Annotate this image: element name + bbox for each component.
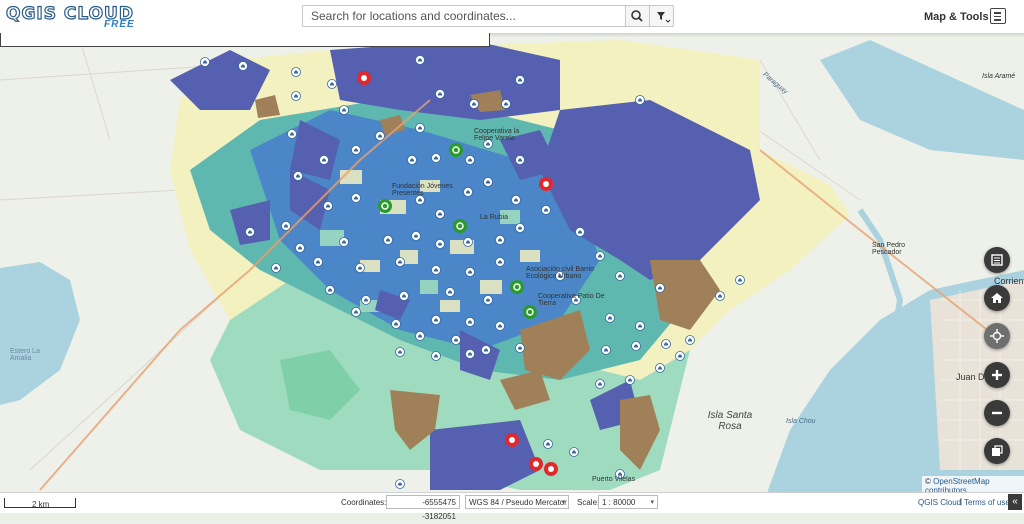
map-label: Estero La Amalia bbox=[10, 348, 40, 362]
legend-button[interactable] bbox=[984, 247, 1010, 273]
minus-icon bbox=[992, 411, 1002, 415]
scale-select[interactable]: 1 : 80000 ▾ bbox=[598, 495, 658, 509]
filter-button[interactable] bbox=[650, 5, 674, 27]
scale-value: 1 : 80000 bbox=[602, 498, 636, 507]
map-label: Puerto Vilelas bbox=[592, 476, 636, 483]
filter-icon bbox=[657, 12, 671, 23]
top-bar: QGIS CLOUD FREE Map & Tools bbox=[0, 0, 1024, 34]
marker-red[interactable] bbox=[529, 457, 543, 471]
map-label: Fundación Jóvenes Presentes bbox=[392, 183, 453, 197]
map-canvas[interactable] bbox=[0, 0, 1024, 512]
map-label: La Rubia bbox=[480, 214, 509, 221]
marker-red[interactable] bbox=[544, 462, 558, 476]
map-tools-label[interactable]: Map & Tools bbox=[924, 11, 989, 23]
crs-select[interactable]: WGS 84 / Pseudo Mercator ▾ bbox=[465, 495, 569, 509]
coordinates-field[interactable]: -6555475 -3182051 bbox=[386, 495, 460, 521]
search-input[interactable] bbox=[302, 5, 626, 27]
marker-red[interactable] bbox=[505, 433, 519, 447]
map-label: Cooperativa la Felipe Varela bbox=[474, 128, 520, 142]
chevron-down-icon: ▾ bbox=[650, 499, 654, 506]
marker-red[interactable] bbox=[357, 71, 371, 85]
layers-button[interactable] bbox=[984, 438, 1010, 464]
coordinates-label: Coordinates: bbox=[341, 498, 387, 507]
marker-green-recycle[interactable] bbox=[453, 219, 467, 233]
locate-button[interactable] bbox=[984, 323, 1010, 349]
logo-subtext: FREE bbox=[104, 19, 135, 30]
qgis-cloud-logo[interactable]: QGIS CLOUD FREE bbox=[5, 3, 146, 30]
map-label: Cooperativa Patio De Tierra bbox=[538, 293, 605, 307]
map-label: Asociación civil Barrio Ecológico Urbano bbox=[526, 266, 595, 280]
scale-bar-label: 2 km bbox=[32, 500, 50, 509]
marker-red[interactable] bbox=[539, 177, 553, 191]
map-label: Isla Aramé bbox=[982, 73, 1016, 80]
terms-of-use-link[interactable]: Terms of use bbox=[964, 498, 1010, 507]
layers-icon bbox=[992, 445, 1003, 456]
map-label: San Pedro Pescador bbox=[872, 242, 906, 256]
marker-green-recycle[interactable] bbox=[523, 305, 537, 319]
collapse-button[interactable]: « bbox=[1008, 494, 1022, 510]
footer-separator: | bbox=[960, 497, 963, 506]
plus-icon bbox=[992, 370, 1002, 380]
scale-label: Scale: bbox=[577, 498, 600, 507]
crosshair-icon bbox=[990, 329, 1004, 343]
marker-green-recycle[interactable] bbox=[510, 280, 524, 294]
map-label-island: Isla Santa Rosa bbox=[707, 410, 753, 432]
hamburger-menu-icon[interactable] bbox=[990, 8, 1006, 24]
crs-value: WGS 84 / Pseudo Mercator bbox=[469, 498, 567, 507]
attribution-prefix: © bbox=[925, 477, 934, 486]
qgis-cloud-link[interactable]: QGIS Cloud bbox=[918, 498, 961, 507]
search-icon bbox=[631, 10, 643, 22]
map-label: Isla Chou bbox=[786, 418, 816, 425]
search-results-panel bbox=[0, 33, 490, 47]
marker-green-recycle[interactable] bbox=[449, 143, 463, 157]
marker-green-recycle[interactable] bbox=[378, 199, 392, 213]
home-button[interactable] bbox=[984, 285, 1010, 311]
zoom-out-button[interactable] bbox=[984, 400, 1010, 426]
home-icon bbox=[991, 293, 1003, 303]
chevron-down-icon: ▾ bbox=[561, 499, 565, 506]
search-button[interactable] bbox=[626, 5, 650, 27]
zoom-in-button[interactable] bbox=[984, 362, 1010, 388]
list-icon bbox=[991, 254, 1003, 266]
